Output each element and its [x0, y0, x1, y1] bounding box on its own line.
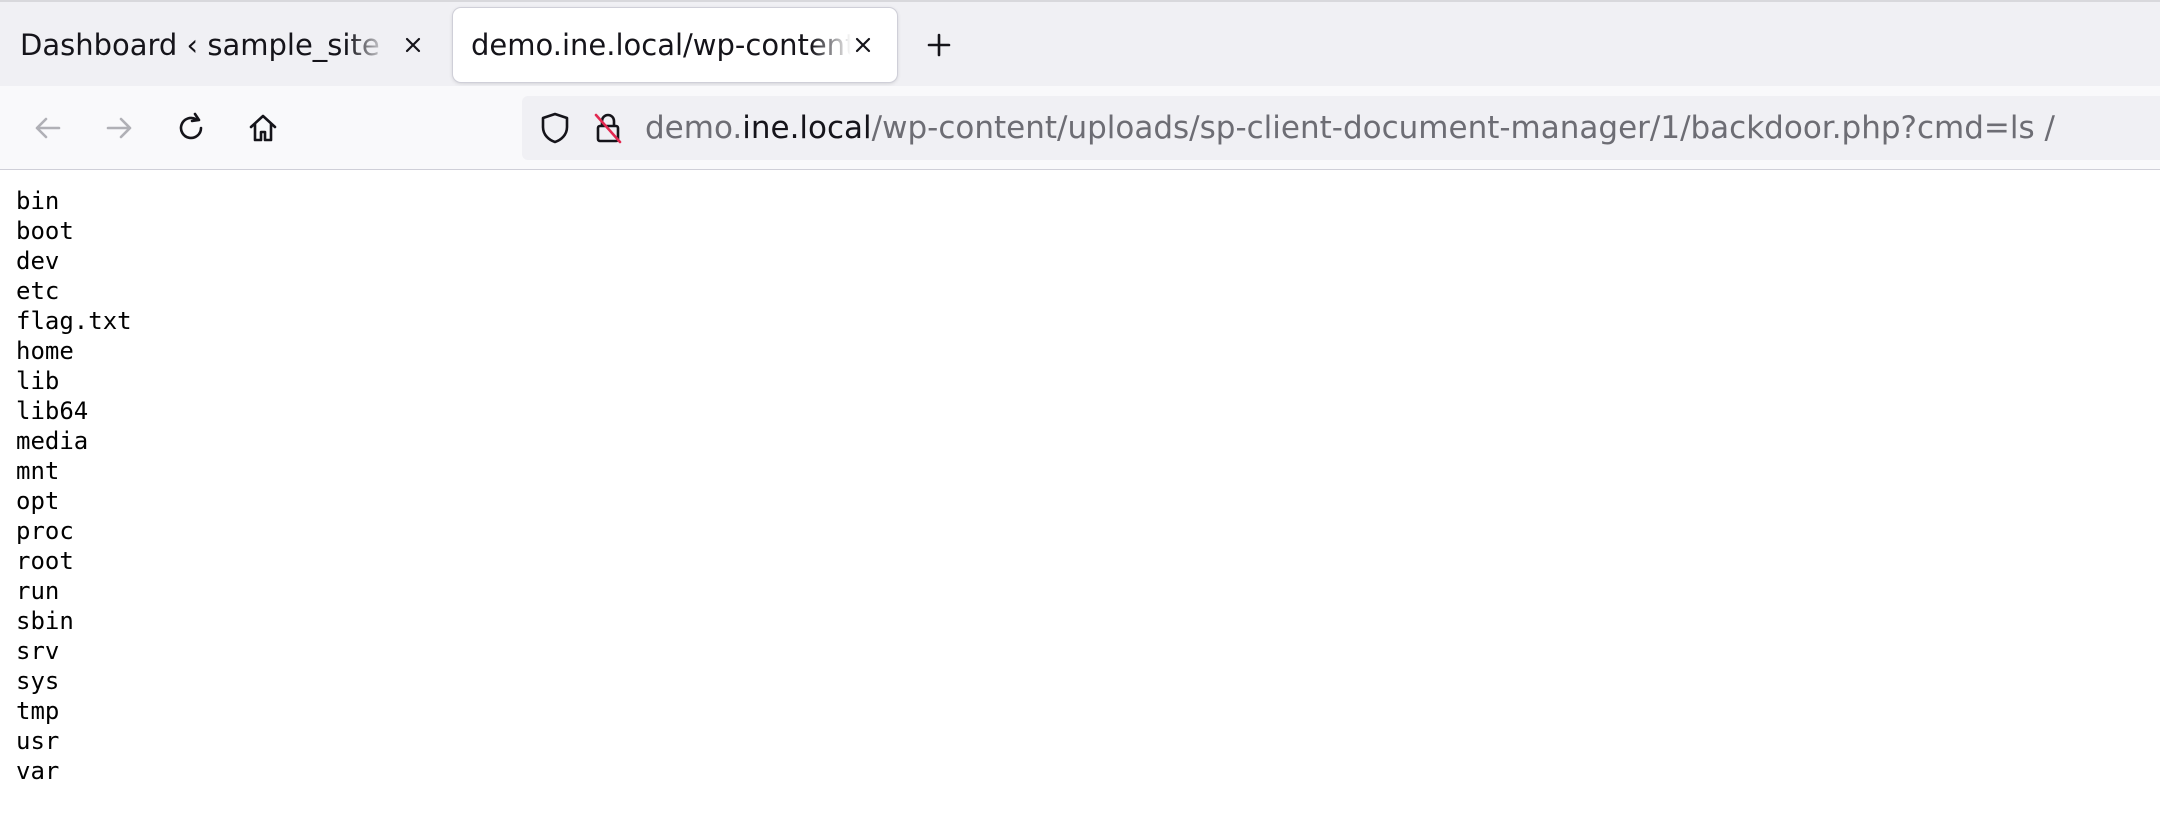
tab-bar: Dashboard ‹ sample_site — WordPress demo… [0, 0, 2160, 86]
reload-button[interactable] [168, 105, 214, 151]
close-icon[interactable] [396, 28, 430, 62]
output-line: tmp [16, 697, 60, 725]
output-line: lib64 [16, 397, 89, 425]
output-line: srv [16, 637, 60, 665]
arrow-right-icon [106, 117, 132, 139]
output-line: var [16, 757, 60, 785]
output-line: flag.txt [16, 307, 132, 335]
output-line: home [16, 337, 74, 365]
output-line: opt [16, 487, 60, 515]
address-bar[interactable]: demo.ine.local/wp-content/uploads/sp-cli… [522, 96, 2160, 160]
output-line: lib [16, 367, 60, 395]
output-line: bin [16, 187, 60, 215]
reload-icon [179, 112, 203, 140]
back-button[interactable] [25, 105, 71, 151]
output-line: run [16, 577, 60, 605]
tab-title: demo.ine.local/wp-content/uploads/sp-cli… [471, 28, 851, 62]
output-line: media [16, 427, 89, 455]
close-icon[interactable] [846, 28, 880, 62]
output-line: mnt [16, 457, 60, 485]
tab-backdoor[interactable]: demo.ine.local/wp-content/uploads/sp-cli… [453, 8, 897, 82]
shield-icon[interactable] [537, 110, 573, 146]
url-path: /wp-content/uploads/sp-client-document-m… [871, 110, 2055, 146]
tab-dashboard[interactable]: Dashboard ‹ sample_site — WordPress [0, 8, 446, 82]
new-tab-button[interactable] [918, 24, 960, 66]
plus-icon [927, 33, 951, 57]
url-text[interactable]: demo.ine.local/wp-content/uploads/sp-cli… [645, 96, 2055, 160]
insecure-lock-icon[interactable] [590, 110, 626, 146]
output-line: boot [16, 217, 74, 245]
url-domain: ine.local [742, 110, 872, 146]
output-line: dev [16, 247, 60, 275]
home-button[interactable] [240, 105, 286, 151]
output-line: usr [16, 727, 60, 755]
url-prefix: demo. [645, 110, 743, 146]
forward-button[interactable] [96, 105, 142, 151]
tab-title: Dashboard ‹ sample_site — WordPress [20, 28, 388, 62]
output-line: etc [16, 277, 60, 305]
page-output: bin boot dev etc flag.txt home lib lib64… [16, 186, 132, 786]
output-line: proc [16, 517, 74, 545]
output-line: sys [16, 667, 60, 695]
home-icon [249, 114, 277, 142]
navigation-toolbar: demo.ine.local/wp-content/uploads/sp-cli… [0, 86, 2160, 170]
output-line: sbin [16, 607, 74, 635]
arrow-left-icon [35, 117, 61, 139]
output-line: root [16, 547, 74, 575]
